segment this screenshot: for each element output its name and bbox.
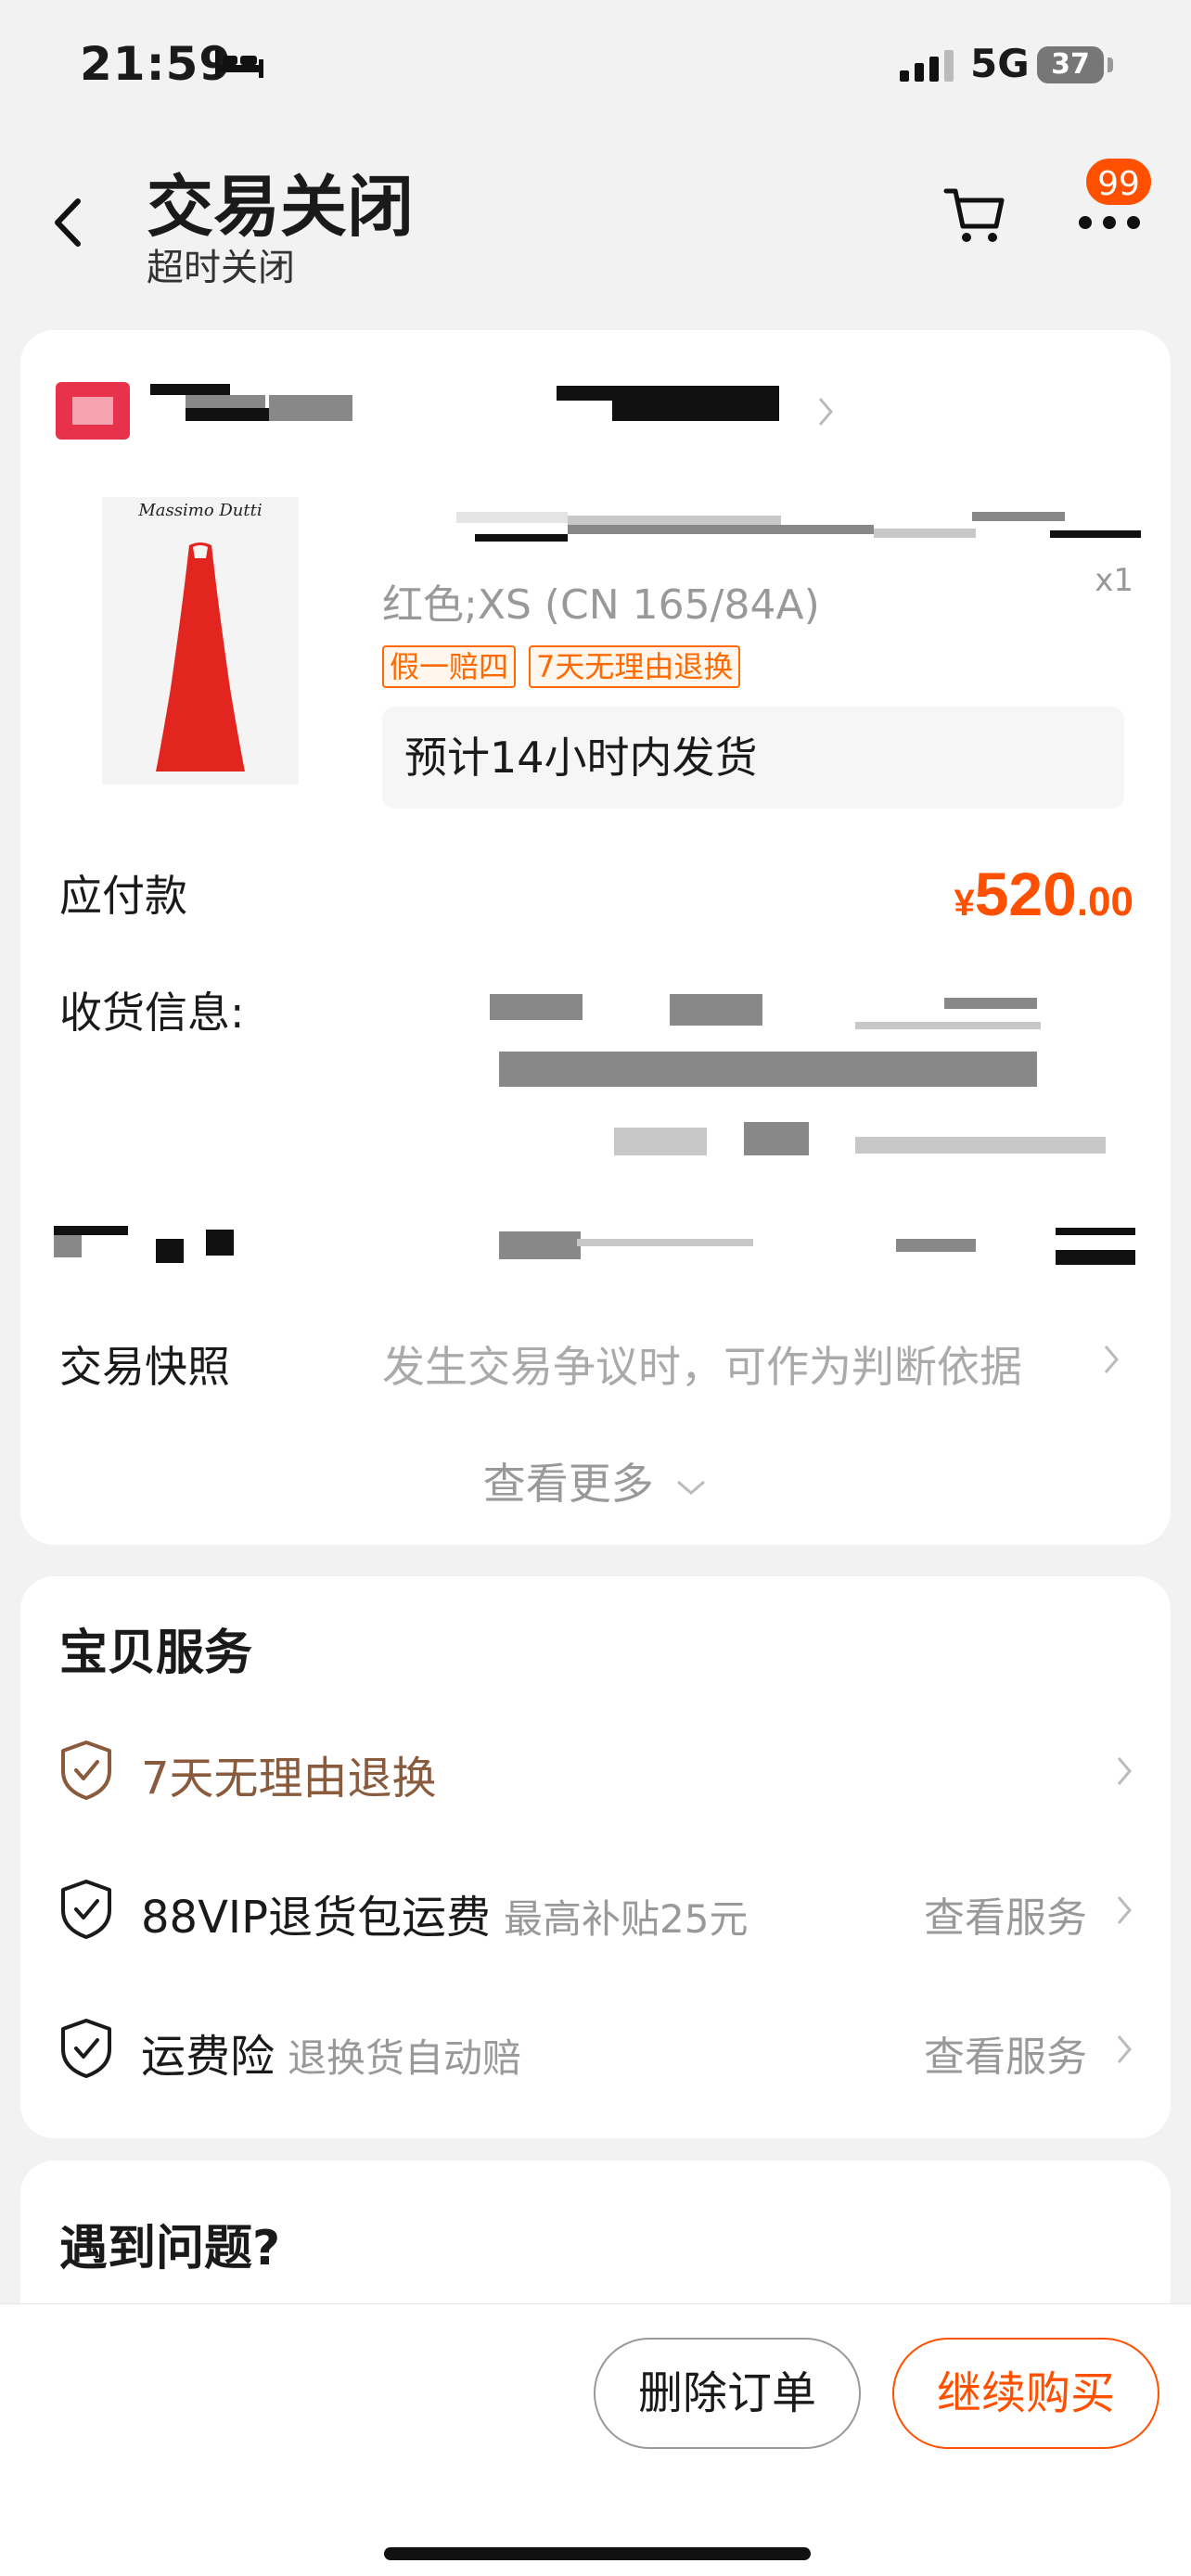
payable-label: 应付款 (59, 871, 187, 921)
redacted-phone (577, 1239, 753, 1246)
redacted-shop-name (150, 384, 230, 395)
header: 交易关闭 超时关闭 99 (0, 139, 1191, 325)
service-name: 运费险 (141, 2031, 275, 2083)
product-image[interactable]: Massimo Dutti (102, 497, 299, 784)
signal-icon (900, 50, 954, 82)
redacted-address (670, 994, 762, 1026)
chevron-down-icon (677, 1480, 706, 1495)
view-service-link[interactable]: 查看服务 (924, 1884, 1087, 1944)
product-brand: Massimo Dutti (138, 501, 263, 520)
redacted-product-title (456, 512, 568, 523)
chevron-right-icon (1117, 1896, 1132, 1924)
product-variant: 红色;XS (CN 165/84A) (382, 581, 820, 629)
service-name: 88VIP退货包运费 (141, 1892, 492, 1944)
problem-title: 遇到问题? (59, 2221, 281, 2276)
delete-order-button[interactable]: 删除订单 (594, 2338, 861, 2449)
snapshot-label[interactable]: 交易快照 (59, 1333, 230, 1395)
tag-7day-return: 7天无理由退换 (529, 645, 741, 688)
redacted-shop-name (186, 395, 265, 408)
network-type: 5G (970, 41, 1030, 86)
cart-icon[interactable] (942, 182, 1007, 247)
redacted-shop-name (269, 395, 352, 421)
redacted-address (855, 1137, 1106, 1154)
page-title: 交易关闭 (147, 168, 415, 246)
redacted-product-title (568, 516, 781, 525)
redacted-address (490, 994, 583, 1020)
redacted-phone-label (54, 1226, 128, 1235)
buy-again-button[interactable]: 继续购买 (892, 2338, 1159, 2449)
chevron-right-icon[interactable] (1102, 1343, 1121, 1376)
product-tags: 假一赔四 7天无理由退换 (382, 645, 741, 688)
redacted-address (499, 1052, 1037, 1087)
price-decimal: .00 (1076, 879, 1133, 925)
order-card: Massimo Dutti 红色;XS (CN 165/84A) x1 假一赔四… (20, 330, 1171, 1545)
redacted-address (614, 1128, 707, 1155)
shield-check-icon (61, 1741, 111, 1800)
chevron-right-icon (1117, 1757, 1132, 1785)
shield-check-icon (61, 2019, 111, 2078)
battery-icon: 37 (1037, 46, 1104, 83)
order-detail-page: 21:59 5G 37 交易关闭 超时关闭 99 Massimo Dutti 红… (0, 0, 1191, 2576)
shop-logo (56, 382, 130, 440)
service-card: 宝贝服务 7天无理由退换 88VIP退货包运费 最高补贴25元 查看服务 运费险… (20, 1576, 1171, 2138)
redacted-product-title (568, 525, 874, 534)
redacted-product-title (475, 534, 568, 542)
redacted-phone (1056, 1250, 1135, 1265)
bottom-action-bar: 删除订单 继续购买 (0, 2303, 1191, 2576)
snapshot-hint[interactable]: 发生交易争议时，可作为判断依据 (382, 1333, 1022, 1395)
redacted-product-title (1050, 530, 1141, 538)
shop-row[interactable] (56, 375, 890, 449)
see-more-label: 查看更多 (482, 1459, 654, 1509)
product-quantity: x1 (1095, 562, 1133, 599)
service-name: 7天无理由退换 (141, 1753, 437, 1804)
redacted-shop-name (612, 401, 779, 421)
status-time: 21:59 (80, 37, 233, 91)
service-note: 退换货自动赔 (288, 2035, 522, 2081)
service-note: 最高补贴25元 (504, 1896, 749, 1942)
price-integer: 520 (974, 860, 1077, 928)
redacted-phone-label (156, 1239, 184, 1263)
status-bar: 21:59 5G 37 (0, 0, 1191, 139)
chevron-right-icon (1117, 2035, 1132, 2063)
redacted-product-title (874, 529, 976, 538)
redacted-shop-name (557, 386, 779, 401)
redacted-phone (896, 1239, 976, 1252)
redacted-address (855, 1022, 1041, 1029)
page-subtitle: 超时关闭 (147, 247, 295, 289)
chevron-right-icon (818, 398, 833, 426)
service-name-with-note: 88VIP退货包运费 最高补贴25元 (141, 1881, 748, 1945)
service-name-with-note: 运费险 退换货自动赔 (141, 2020, 521, 2085)
redacted-phone-label (206, 1230, 234, 1256)
shipping-estimate: 预计14小时内发货 (382, 707, 1124, 809)
dress-image (156, 542, 245, 772)
home-indicator[interactable] (384, 2547, 811, 2560)
redacted-phone (499, 1231, 581, 1259)
service-title: 宝贝服务 (59, 1626, 253, 1681)
back-icon[interactable] (48, 190, 85, 255)
view-service-link[interactable]: 查看服务 (924, 2023, 1087, 2083)
battery-tip (1108, 57, 1113, 72)
redacted-phone-label (54, 1235, 82, 1257)
address-label: 收货信息: (59, 988, 245, 1038)
price-currency: ¥ (954, 883, 975, 924)
service-88vip-return-shipping[interactable]: 88VIP退货包运费 最高补贴25元 查看服务 (59, 1873, 1133, 1947)
redacted-address (944, 998, 1037, 1009)
service-shipping-insurance[interactable]: 运费险 退换货自动赔 查看服务 (59, 2012, 1133, 2086)
service-7day-return[interactable]: 7天无理由退换 (59, 1734, 1133, 1808)
redacted-phone (1056, 1228, 1135, 1235)
redacted-product-title (972, 512, 1065, 521)
shield-check-icon (61, 1880, 111, 1939)
redacted-address (744, 1122, 809, 1155)
see-more-button[interactable]: 查看更多 (20, 1450, 1171, 1511)
tag-fake-refund: 假一赔四 (382, 645, 517, 688)
payable-amount: ¥520.00 (954, 859, 1133, 929)
more-icon[interactable] (1076, 204, 1143, 241)
sleep-mode-icon (215, 50, 263, 78)
message-badge: 99 (1083, 156, 1154, 208)
